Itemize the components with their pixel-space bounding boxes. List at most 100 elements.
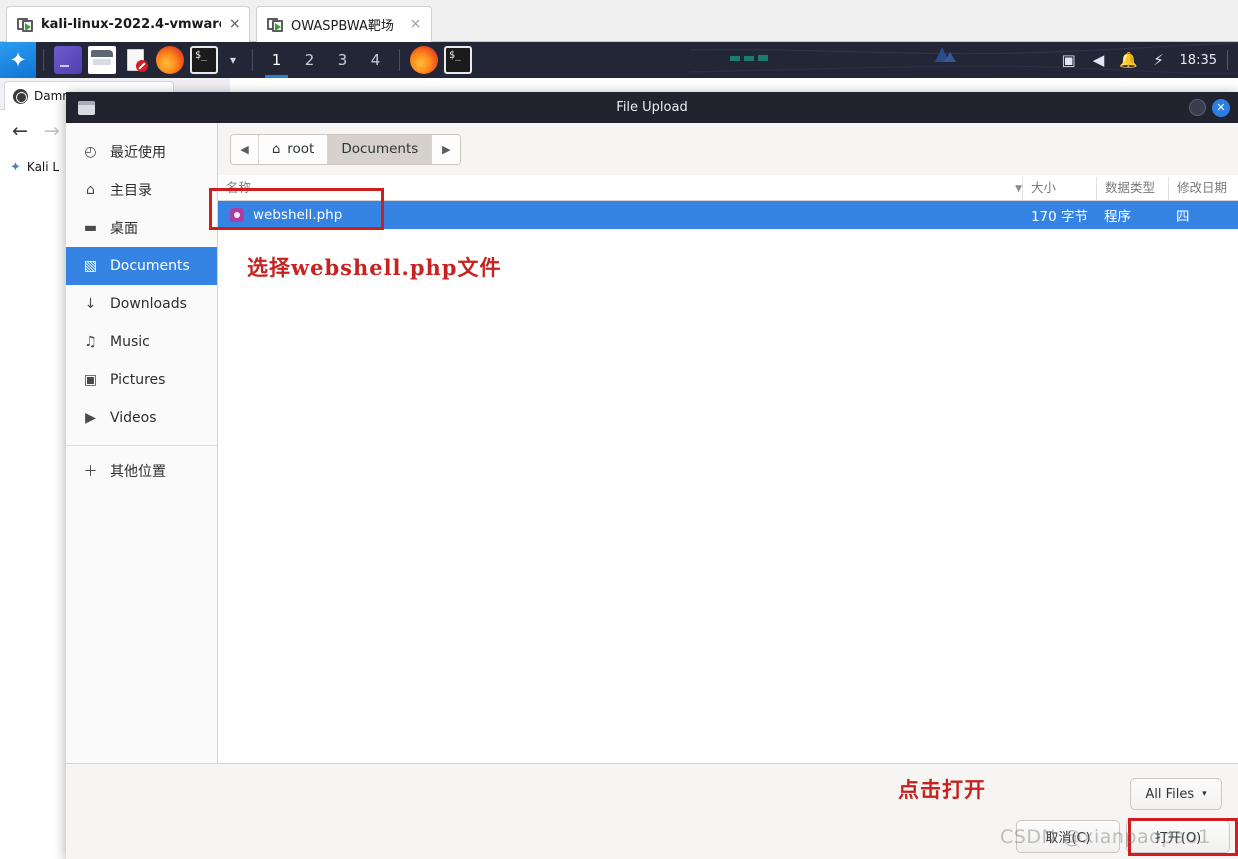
places-sidebar: ◴ 最近使用 ⌂ 主目录 ▬ 桌面 ▧ Documents ↓ Download… (66, 123, 218, 763)
clock[interactable]: 18:35 (1174, 53, 1227, 68)
dialog-title: File Upload (616, 100, 688, 115)
music-icon: ♫ (84, 334, 97, 350)
file-name: webshell.php (253, 207, 343, 223)
php-file-icon (230, 208, 244, 222)
annotation-select-file: 选择webshell.php文件 (247, 255, 502, 280)
taskbar-divider (399, 49, 400, 71)
forward-icon[interactable]: → (44, 120, 60, 142)
close-icon[interactable]: × (228, 17, 241, 32)
close-icon[interactable]: ✕ (1212, 98, 1230, 117)
dialog-body: ◴ 最近使用 ⌂ 主目录 ▬ 桌面 ▧ Documents ↓ Download… (66, 123, 1238, 763)
bookmark-kali-linux[interactable]: Kali L (27, 160, 59, 174)
documents-folder-icon: ▧ (83, 258, 98, 274)
back-icon[interactable]: ← (12, 120, 28, 142)
minimize-button[interactable] (1189, 99, 1206, 116)
sort-indicator-icon[interactable]: ▼ (1015, 184, 1022, 200)
column-header-label: 数据类型 (1105, 180, 1156, 195)
column-header-modified[interactable]: 修改日期 (1168, 177, 1238, 200)
column-header-label: 修改日期 (1177, 180, 1228, 195)
taskbar-divider (1227, 50, 1228, 70)
sidebar-item-home[interactable]: ⌂ 主目录 (66, 171, 217, 209)
column-header-name[interactable]: 名称 (218, 177, 1015, 200)
firefox-window-button[interactable] (410, 46, 438, 74)
file-modified: 四 (1176, 209, 1190, 225)
file-upload-dialog: File Upload ✕ ◴ 最近使用 ⌂ 主目录 ▬ 桌面 ▧ Docume… (66, 92, 1238, 859)
sidebar-item-label: 主目录 (110, 183, 152, 199)
table-row[interactable]: webshell.php 170 字节 程序 四 (218, 201, 1238, 229)
breadcrumb: ◀ ⌂ root Documents ▶ (230, 133, 462, 165)
path-bar-container: ◀ ⌂ root Documents ▶ (218, 123, 1238, 175)
file-list-header: 名称 ▼ 大小 数据类型 修改日期 (218, 175, 1238, 201)
pictures-icon: ▣ (83, 372, 98, 388)
workspace-3[interactable]: 3 (326, 42, 359, 78)
file-size: 170 字节 (1030, 209, 1088, 225)
window-controls: ✕ (1189, 98, 1238, 117)
sidebar-item-music[interactable]: ♫ Music (66, 323, 217, 361)
vm-machine-icon (17, 16, 34, 33)
file-type: 程序 (1104, 209, 1131, 225)
kali-menu-button[interactable]: ✦ (0, 42, 36, 78)
kali-dragon-icon: ✦ (9, 48, 27, 72)
dvwa-favicon (13, 88, 28, 104)
kali-taskbar: ✦ ▾ 1 2 3 4 ▣ ◀ 🔔 ⚡ 18:35 (0, 42, 1238, 78)
filter-label: All Files (1145, 786, 1195, 802)
dialog-title-bar[interactable]: File Upload ✕ (66, 92, 1238, 123)
sidebar-item-recent[interactable]: ◴ 最近使用 (66, 133, 217, 171)
cancel-button[interactable]: 取消(C) (1016, 820, 1120, 853)
file-list[interactable]: webshell.php 170 字节 程序 四 (218, 201, 1238, 763)
vmware-tab-title: OWASPBWA靶场 (291, 19, 394, 34)
chevron-down-icon[interactable]: ▾ (221, 46, 245, 74)
annotation-click-open: 点击打开 (898, 777, 986, 802)
sidebar-item-documents[interactable]: ▧ Documents (66, 247, 217, 285)
sidebar-item-label: Videos (110, 410, 157, 426)
close-icon[interactable]: × (408, 17, 423, 32)
sidebar-item-videos[interactable]: ▶ Videos (66, 399, 217, 437)
shell-launcher-icon[interactable] (190, 46, 218, 74)
workspace-2[interactable]: 2 (293, 42, 326, 78)
column-header-label: 名称 (226, 180, 252, 195)
taskbar-divider (252, 49, 253, 71)
footer-actions: 取消(C) 打开(O) (1016, 820, 1230, 853)
column-header-type[interactable]: 数据类型 (1096, 177, 1168, 200)
sidebar-item-desktop[interactable]: ▬ 桌面 (66, 209, 217, 247)
network-icon[interactable]: ▣ (1054, 42, 1084, 78)
sidebar-item-other-locations[interactable]: ＋ 其他位置 (66, 452, 217, 490)
breadcrumb-documents[interactable]: Documents (328, 134, 433, 164)
downloads-icon: ↓ (84, 296, 97, 312)
sidebar-item-label: Music (110, 334, 150, 350)
system-tray: ▣ ◀ 🔔 ⚡ 18:35 (1054, 42, 1238, 78)
battery-icon[interactable]: ⚡ (1144, 42, 1174, 78)
firefox-launcher-icon[interactable] (156, 46, 184, 74)
file-type-filter-dropdown[interactable]: All Files ▾ (1130, 778, 1222, 810)
desktop-icon: ▬ (83, 220, 98, 236)
notification-bell-icon[interactable]: 🔔 (1114, 42, 1144, 78)
sidebar-item-downloads[interactable]: ↓ Downloads (66, 285, 217, 323)
open-button[interactable]: 打开(O) (1126, 820, 1230, 853)
vmware-tab-owaspbwa[interactable]: OWASPBWA靶场 × (256, 6, 432, 42)
breadcrumb-prev-button[interactable]: ◀ (231, 134, 259, 164)
file-manager-launcher-icon[interactable] (88, 46, 116, 74)
clock-icon: ◴ (84, 144, 97, 160)
breadcrumb-root[interactable]: ⌂ root (259, 134, 329, 164)
chevron-down-icon: ▾ (1202, 789, 1207, 799)
file-name-cell: webshell.php (218, 207, 1022, 223)
vmware-tab-title: kali-linux-2022.4-vmware-a... (41, 17, 221, 32)
sidebar-item-label: Pictures (110, 372, 166, 388)
vmware-tab-kali[interactable]: kali-linux-2022.4-vmware-a... × (6, 6, 250, 42)
workspace-4[interactable]: 4 (359, 42, 392, 78)
column-header-label: 大小 (1031, 180, 1057, 195)
taskbar-divider (43, 49, 44, 71)
terminal-launcher-icon[interactable] (54, 46, 82, 74)
volume-icon[interactable]: ◀ (1084, 42, 1114, 78)
workspace-1[interactable]: 1 (260, 42, 293, 78)
sidebar-item-label: 其他位置 (110, 464, 166, 480)
home-icon: ⌂ (86, 182, 95, 198)
breadcrumb-next-button[interactable]: ▶ (432, 134, 461, 164)
terminal-window-button[interactable] (444, 46, 472, 74)
vmware-tab-strip: kali-linux-2022.4-vmware-a... × OWASPBWA… (0, 0, 1238, 42)
sidebar-item-pictures[interactable]: ▣ Pictures (66, 361, 217, 399)
column-header-size[interactable]: 大小 (1022, 177, 1096, 200)
dialog-footer: All Files ▾ 取消(C) 打开(O) (66, 763, 1238, 859)
text-editor-launcher-icon[interactable] (122, 46, 150, 74)
screen: kali-linux-2022.4-vmware-a... × OWASPBWA… (0, 0, 1238, 859)
